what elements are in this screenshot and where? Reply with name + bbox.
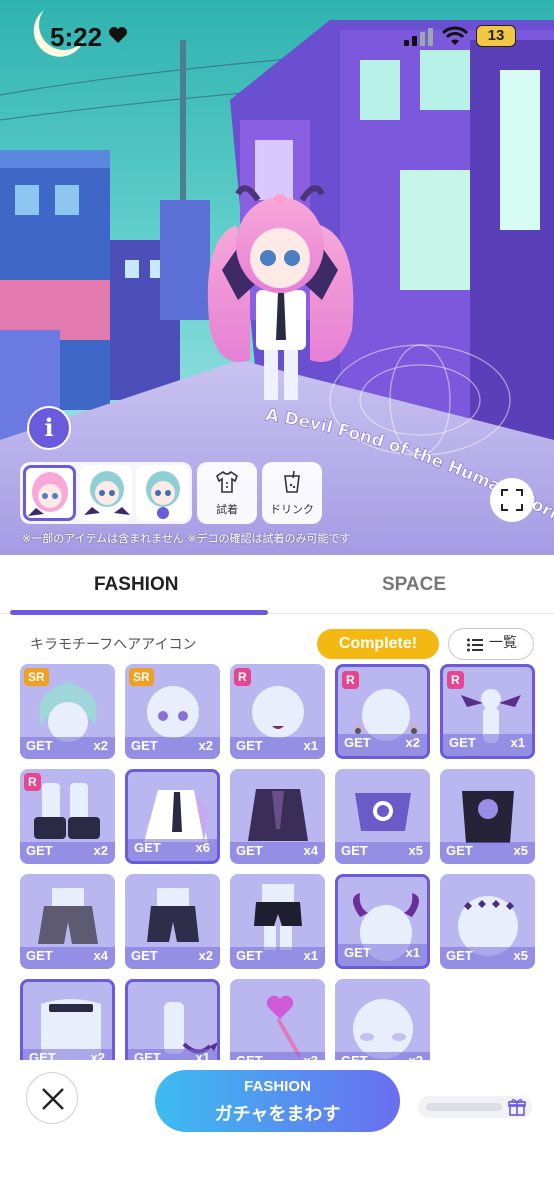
get-label: GET xyxy=(26,738,53,753)
item-cell-boots[interactable]: R GET x2 xyxy=(20,769,115,864)
get-label: GET xyxy=(344,735,371,750)
drink-button[interactable]: ドリンク xyxy=(262,462,322,524)
item-cell-face-stars[interactable]: GET x5 xyxy=(440,874,535,969)
gacha-button-label-bottom: ガチャをまわす xyxy=(214,1104,341,1125)
get-label: GET xyxy=(341,1053,368,1068)
item-cell-hair[interactable]: SR GET x2 xyxy=(20,664,115,759)
get-label: GET xyxy=(134,1050,161,1065)
scene-title-text: A Devil Fond of the Human World xyxy=(0,0,554,524)
tab-fashion[interactable]: FASHION xyxy=(94,574,178,596)
item-count: x2 xyxy=(405,735,420,750)
progress-track xyxy=(426,1103,502,1111)
rarity-badge: R xyxy=(24,773,41,791)
item-count: x3 xyxy=(303,1053,318,1068)
character-blue-icon xyxy=(146,471,181,519)
get-label: GET xyxy=(236,843,263,858)
item-count: x5 xyxy=(513,843,528,858)
item-count: x2 xyxy=(198,738,213,753)
item-count: x2 xyxy=(408,1053,423,1068)
try-on-button[interactable]: 試着 xyxy=(197,462,257,524)
rarity-badge: R xyxy=(447,671,464,689)
get-label: GET xyxy=(236,948,263,963)
item-count: x2 xyxy=(90,1050,105,1065)
item-cell-earrings[interactable]: R GET x2 xyxy=(335,664,430,759)
try-on-label: 試着 xyxy=(216,503,238,516)
get-label: GET xyxy=(449,735,476,750)
get-label: GET xyxy=(236,738,263,753)
get-label: GET xyxy=(26,948,53,963)
item-cell-horns[interactable]: GET x1 xyxy=(335,874,430,969)
list-view-button[interactable]: 一覧 xyxy=(448,628,534,660)
item-cell-face-eyes[interactable]: SR GET x2 xyxy=(125,664,220,759)
item-count: x1 xyxy=(510,735,525,750)
expand-icon xyxy=(501,489,523,511)
close-icon xyxy=(42,1088,64,1110)
item-count: x2 xyxy=(93,738,108,753)
get-label: GET xyxy=(341,843,368,858)
get-label: GET xyxy=(26,843,53,858)
drink-label: ドリンク xyxy=(270,503,314,516)
section-title: キラモチーフヘアアイコン xyxy=(30,637,197,653)
gacha-spin-button[interactable]: FASHION ガチャをまわす xyxy=(155,1070,400,1132)
character-pink-icon xyxy=(28,472,68,516)
get-label: GET xyxy=(446,843,473,858)
item-cell-face-mouth[interactable]: R GET x1 xyxy=(230,664,325,759)
item-cell-shirt-tie[interactable]: GET x6 xyxy=(125,769,220,864)
item-count: x6 xyxy=(195,840,210,855)
get-label: GET xyxy=(131,948,158,963)
item-cell-shorts-black[interactable]: GET x1 xyxy=(230,874,325,969)
item-count: x5 xyxy=(513,948,528,963)
item-cell-crop-top-purple[interactable]: GET x5 xyxy=(335,769,430,864)
item-cell-shorts-navy[interactable]: GET x2 xyxy=(125,874,220,969)
complete-badge: Complete! xyxy=(317,629,439,659)
item-cell-shorts-grey[interactable]: GET x4 xyxy=(20,874,115,969)
item-count: x4 xyxy=(303,843,318,858)
item-cell-jacket[interactable]: GET x4 xyxy=(230,769,325,864)
tab-bar: FASHION SPACE xyxy=(0,556,554,616)
character-thumb-1[interactable] xyxy=(23,465,76,521)
item-cell-tee-black[interactable]: GET x5 xyxy=(440,769,535,864)
item-count: x5 xyxy=(408,843,423,858)
get-label: GET xyxy=(134,840,161,855)
drink-cup-icon xyxy=(284,470,300,493)
item-count: x1 xyxy=(405,945,420,960)
get-label: GET xyxy=(236,1053,263,1068)
character-blue-icon xyxy=(83,471,130,515)
hero-scene: 5:22 13 A Devil Fond of the Human World … xyxy=(0,0,554,555)
item-count: x1 xyxy=(303,738,318,753)
rarity-badge: R xyxy=(342,671,359,689)
item-count: x1 xyxy=(195,1050,210,1065)
rarity-badge: SR xyxy=(24,668,49,686)
fullscreen-button[interactable] xyxy=(490,478,534,522)
rarity-badge: SR xyxy=(129,668,154,686)
info-button[interactable]: i xyxy=(27,406,71,450)
character-thumb-3[interactable] xyxy=(136,465,189,521)
list-icon xyxy=(467,638,483,652)
get-label: GET xyxy=(446,948,473,963)
item-count: x4 xyxy=(93,948,108,963)
shirt-icon xyxy=(216,470,238,493)
disclaimer-text: ※一部のアイテムは含まれません ※デコの確認は試着のみ可能です xyxy=(22,532,351,545)
character-selector xyxy=(20,462,192,524)
item-count: x2 xyxy=(93,843,108,858)
item-count: x2 xyxy=(198,948,213,963)
item-cell-wings[interactable]: R GET x1 xyxy=(440,664,535,759)
list-view-label: 一覧 xyxy=(489,635,517,651)
item-count: x1 xyxy=(303,948,318,963)
close-button[interactable] xyxy=(26,1072,78,1124)
gift-icon xyxy=(508,1099,526,1116)
get-label: GET xyxy=(344,945,371,960)
gacha-button-label-top: FASHION xyxy=(244,1078,311,1095)
get-label: GET xyxy=(131,738,158,753)
bottom-bar: FASHION ガチャをまわす xyxy=(0,1060,554,1200)
tab-space[interactable]: SPACE xyxy=(382,574,446,596)
rarity-badge: R xyxy=(234,668,251,686)
reward-progress[interactable] xyxy=(418,1096,532,1118)
svg-text:A Devil Fond of the Human Worl: A Devil Fond of the Human World xyxy=(0,0,554,524)
get-label: GET xyxy=(29,1050,56,1065)
active-tab-indicator xyxy=(10,610,268,615)
character-thumb-2[interactable] xyxy=(79,465,133,521)
